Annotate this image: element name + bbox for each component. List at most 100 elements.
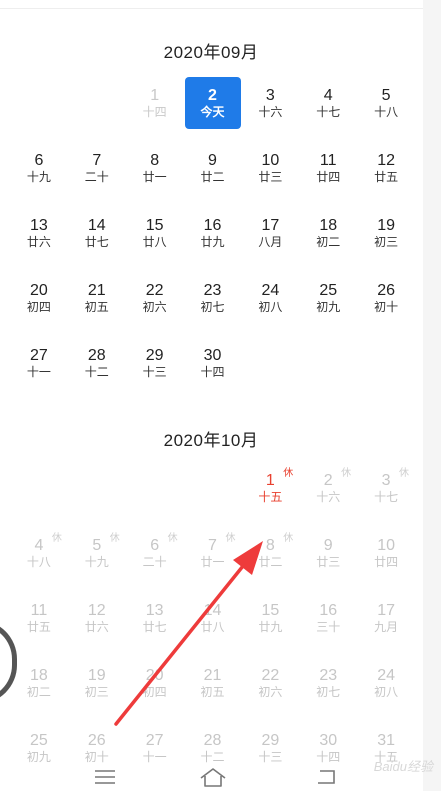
lunar-date: 初七: [200, 300, 225, 314]
day-number: 31: [377, 732, 395, 749]
day-number: 2: [323, 472, 333, 489]
lunar-date: 廿四: [374, 555, 399, 569]
day-number: 7: [92, 152, 102, 169]
calendar-day[interactable]: 9 廿三: [299, 525, 357, 590]
lunar-date: 初三: [374, 235, 399, 249]
lunar-date: 廿七: [142, 620, 167, 634]
calendar-day[interactable]: 7 二十: [68, 140, 126, 205]
day-number: 13: [30, 217, 48, 234]
calendar-day[interactable]: 17 九月: [357, 590, 415, 655]
calendar-day[interactable]: 24 初八: [241, 270, 299, 335]
calendar-day[interactable]: 12 廿六: [68, 590, 126, 655]
calendar-day[interactable]: 11 廿四: [299, 140, 357, 205]
lunar-date: 初八: [258, 300, 283, 314]
day-number: 4: [34, 537, 44, 554]
calendar-day[interactable]: 5 十八: [357, 75, 415, 140]
calendar-day[interactable]: 1 十四: [126, 75, 184, 140]
calendar-day[interactable]: 27 十一: [10, 335, 68, 400]
home-button[interactable]: [198, 766, 228, 788]
calendar-day[interactable]: 19 初三: [357, 205, 415, 270]
calendar-day[interactable]: 7 廿一休: [184, 525, 242, 590]
calendar-day[interactable]: 4 十七: [299, 75, 357, 140]
day-number: 17: [261, 217, 280, 234]
calendar-day[interactable]: 5 十九休: [68, 525, 126, 590]
calendar-day[interactable]: 8 廿二休: [241, 525, 299, 590]
day-number: 10: [261, 152, 280, 169]
calendar-day[interactable]: 25 初九: [299, 270, 357, 335]
menu-button[interactable]: [92, 766, 118, 788]
calendar-day[interactable]: 15 廿八: [126, 205, 184, 270]
calendar-day[interactable]: 17 八月: [241, 205, 299, 270]
calendar-day[interactable]: 14 廿八: [184, 590, 242, 655]
lunar-date: 廿八: [200, 620, 225, 634]
calendar-day[interactable]: 1 十五休: [241, 460, 299, 525]
lunar-date: 廿一: [200, 555, 225, 569]
lunar-date: 初九: [316, 300, 341, 314]
day-number: 6: [34, 152, 44, 169]
calendar-day[interactable]: 6 二十休: [126, 525, 184, 590]
back-button[interactable]: [314, 766, 340, 788]
day-number: 28: [203, 732, 222, 749]
calendar-day[interactable]: 13 廿六: [10, 205, 68, 270]
day-number: 30: [203, 347, 222, 364]
calendar-day[interactable]: 4 十八休: [10, 525, 68, 590]
calendar-blank-cell: [126, 460, 184, 525]
calendar-day[interactable]: 10 廿四: [357, 525, 415, 590]
calendar-day[interactable]: 18 初二: [299, 205, 357, 270]
calendar-day[interactable]: 15 廿九: [241, 590, 299, 655]
calendar-day[interactable]: 20 初四: [10, 270, 68, 335]
lunar-date: 十八: [374, 105, 399, 119]
calendar-day[interactable]: 30 十四: [184, 335, 242, 400]
lunar-date: 廿二: [258, 555, 283, 569]
calendar-day[interactable]: 16 廿九: [184, 205, 242, 270]
lunar-date: 初六: [258, 685, 283, 699]
calendar-day[interactable]: 9 廿二: [184, 140, 242, 205]
calendar-day[interactable]: 16 三十: [299, 590, 357, 655]
calendar-day[interactable]: 10 廿三: [241, 140, 299, 205]
calendar-day[interactable]: 22 初六: [126, 270, 184, 335]
calendar-day[interactable]: 29 十三: [126, 335, 184, 400]
calendar-day[interactable]: 18 初二: [10, 655, 68, 720]
calendar-day-today[interactable]: 2 今天: [184, 75, 242, 140]
day-number: 6: [150, 537, 160, 554]
calendar-day[interactable]: 12 廿五: [357, 140, 415, 205]
calendar-day[interactable]: 21 初五: [184, 655, 242, 720]
day-number: 15: [145, 217, 164, 234]
day-number: 26: [87, 732, 106, 749]
calendar-day[interactable]: 19 初三: [68, 655, 126, 720]
day-number: 16: [203, 217, 222, 234]
calendar-day[interactable]: 8 廿一: [126, 140, 184, 205]
calendar-day[interactable]: 21 初五: [68, 270, 126, 335]
calendar-blank-cell: [10, 460, 68, 525]
holiday-badge: 休: [283, 468, 294, 479]
day-number: 10: [377, 537, 395, 554]
calendar-day[interactable]: 11 廿五: [10, 590, 68, 655]
calendar-day[interactable]: 3 十七休: [357, 460, 415, 525]
calendar-day[interactable]: 14 廿七: [68, 205, 126, 270]
lunar-date: 初七: [316, 685, 341, 699]
calendar-day[interactable]: 13 廿七: [126, 590, 184, 655]
calendar-day[interactable]: 2 十六休: [299, 460, 357, 525]
lunar-date: 初四: [142, 685, 167, 699]
calendar-day[interactable]: 22 初六: [241, 655, 299, 720]
calendar-day[interactable]: 23 初七: [299, 655, 357, 720]
lunar-date: 今天: [200, 105, 225, 119]
lunar-date: 廿五: [374, 170, 399, 184]
calendar-day[interactable]: 28 十二: [68, 335, 126, 400]
day-number: 3: [381, 472, 391, 489]
lunar-date: 廿四: [316, 170, 341, 184]
calendar-day[interactable]: 26 初十: [357, 270, 415, 335]
lunar-date: 廿六: [26, 235, 51, 249]
calendar-day[interactable]: 24 初八: [357, 655, 415, 720]
holiday-badge: 休: [225, 533, 236, 544]
day-number: 11: [319, 152, 337, 169]
lunar-date: 廿八: [142, 235, 167, 249]
day-number: 2: [208, 87, 217, 104]
calendar-day[interactable]: 3 十六: [241, 75, 299, 140]
lunar-date: 初五: [84, 300, 109, 314]
calendar-day[interactable]: 20 初四: [126, 655, 184, 720]
lunar-date: 初四: [26, 300, 51, 314]
day-number: 3: [265, 87, 275, 104]
calendar-day[interactable]: 6 十九: [10, 140, 68, 205]
calendar-day[interactable]: 23 初七: [184, 270, 242, 335]
